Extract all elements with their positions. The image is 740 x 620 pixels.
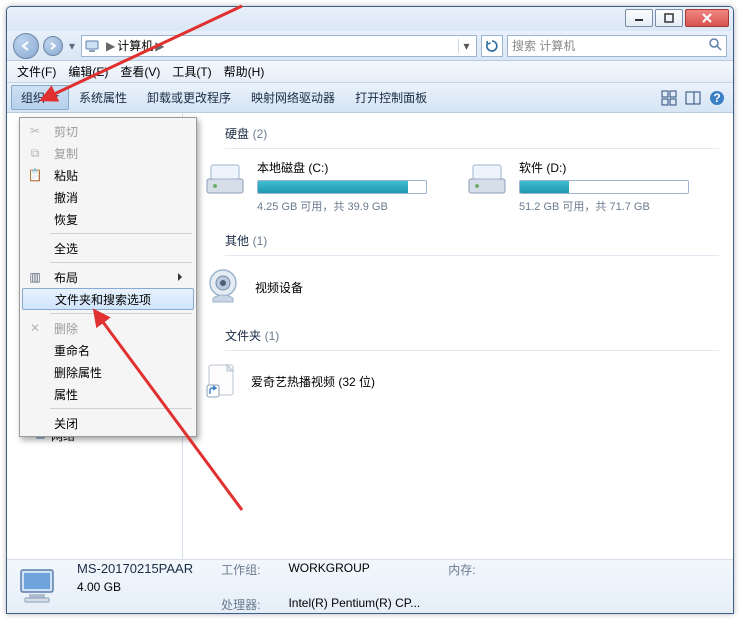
cpu-value: Intel(R) Pentium(R) CP... [288, 596, 420, 613]
nav-history-dropdown[interactable]: ▾ [67, 39, 77, 53]
computer-large-icon [17, 566, 63, 608]
explorer-window: ▾ ▶ 计算机 ▶ ▾ 搜索 计算机 文件(F) 编辑(E) 查看(V) 工具(… [6, 6, 734, 614]
minimize-button[interactable] [625, 9, 653, 27]
device-name: 视频设备 [255, 279, 303, 296]
menu-cut: ✂剪切 [22, 120, 194, 142]
nav-row: ▾ ▶ 计算机 ▶ ▾ 搜索 计算机 [7, 31, 733, 61]
system-properties-button[interactable]: 系统属性 [69, 85, 137, 110]
control-panel-button[interactable]: 打开控制面板 [345, 85, 437, 110]
status-text: MS-20170215PAAR 工作组: WORKGROUP 内存: 4.00 … [77, 561, 476, 613]
cpu-label: 处理器: [221, 596, 260, 613]
menu-file[interactable]: 文件(F) [11, 61, 62, 82]
content-pane: 硬盘 (2) 本地磁盘 (C:) 4.25 GB 可用，共 39.9 GB [183, 113, 733, 559]
section-drives: 硬盘 (2) 本地磁盘 (C:) 4.25 GB 可用，共 39.9 GB [197, 121, 719, 214]
menu-close[interactable]: 关闭 [22, 412, 194, 434]
section-label: 其他 [225, 234, 249, 248]
memory-label: 内存: [448, 561, 475, 578]
menu-remove-props[interactable]: 删除属性 [22, 361, 194, 383]
breadcrumb-sep: ▶ [153, 39, 166, 53]
section-other: 其他 (1) 视频设备 [197, 228, 719, 309]
menu-layout[interactable]: ▥布局 [22, 266, 194, 288]
toolbar: 组织 系统属性 卸载或更改程序 映射网络驱动器 打开控制面板 ? [7, 83, 733, 113]
menu-properties[interactable]: 属性 [22, 383, 194, 405]
breadcrumb-root[interactable]: 计算机 [117, 37, 153, 54]
computer-name: MS-20170215PAAR [77, 561, 193, 578]
section-label: 文件夹 [225, 329, 261, 343]
drive-usage-bar [257, 180, 427, 194]
map-drive-button[interactable]: 映射网络驱动器 [241, 85, 345, 110]
section-label: 硬盘 [225, 127, 249, 141]
back-button[interactable] [13, 33, 39, 59]
menu-copy: ⧉复制 [22, 142, 194, 164]
maximize-button[interactable] [655, 9, 683, 27]
section-count: (1) [253, 234, 268, 248]
menu-view[interactable]: 查看(V) [114, 61, 166, 82]
help-button[interactable]: ? [705, 86, 729, 110]
hdd-icon [465, 159, 509, 199]
search-input[interactable]: 搜索 计算机 [507, 35, 727, 57]
view-mode-button[interactable] [657, 86, 681, 110]
computer-icon [84, 38, 100, 54]
refresh-button[interactable] [481, 35, 503, 57]
menu-edit[interactable]: 编辑(E) [62, 61, 114, 82]
drive-stats: 4.25 GB 可用，共 39.9 GB [257, 198, 433, 214]
section-head-drives[interactable]: 硬盘 (2) [225, 121, 719, 149]
memory-value: 4.00 GB [77, 580, 193, 594]
workgroup-value: WORKGROUP [288, 561, 420, 578]
cut-icon: ✂ [26, 122, 44, 140]
device-video[interactable]: 视频设备 [203, 266, 719, 309]
section-count: (2) [253, 127, 268, 141]
menu-help[interactable]: 帮助(H) [218, 61, 271, 82]
webcam-icon [203, 266, 243, 309]
menu-paste[interactable]: 📋粘贴 [22, 164, 194, 186]
menu-folder-options[interactable]: 文件夹和搜索选项 [22, 288, 194, 310]
shortcut-icon [203, 361, 239, 402]
organize-button[interactable]: 组织 [11, 85, 69, 110]
organize-menu: ✂剪切 ⧉复制 📋粘贴 撤消 恢复 全选 ▥布局 文件夹和搜索选项 ✕删除 重命… [19, 117, 197, 437]
section-head-folders[interactable]: 文件夹 (1) [225, 323, 719, 351]
section-count: (1) [265, 329, 280, 343]
drive-usage-bar [519, 180, 689, 194]
drive-name: 本地磁盘 (C:) [257, 159, 433, 176]
uninstall-button[interactable]: 卸载或更改程序 [137, 85, 241, 110]
drive-d[interactable]: 软件 (D:) 51.2 GB 可用，共 71.7 GB [465, 159, 695, 214]
drive-c[interactable]: 本地磁盘 (C:) 4.25 GB 可用，共 39.9 GB [203, 159, 433, 214]
search-placeholder: 搜索 计算机 [512, 37, 575, 54]
titlebar [7, 7, 733, 31]
delete-icon: ✕ [26, 319, 44, 337]
menu-redo[interactable]: 恢复 [22, 208, 194, 230]
breadcrumb-sep: ▶ [104, 39, 117, 53]
close-button[interactable] [685, 9, 729, 27]
copy-icon: ⧉ [26, 144, 44, 162]
paste-icon: 📋 [26, 166, 44, 184]
drive-name: 软件 (D:) [519, 159, 695, 176]
menu-undo[interactable]: 撤消 [22, 186, 194, 208]
address-bar[interactable]: ▶ 计算机 ▶ ▾ [81, 35, 477, 57]
forward-button[interactable] [43, 36, 63, 56]
section-head-other[interactable]: 其他 (1) [225, 228, 719, 256]
hdd-icon [203, 159, 247, 199]
workgroup-label: 工作组: [221, 561, 260, 578]
menu-rename[interactable]: 重命名 [22, 339, 194, 361]
preview-pane-button[interactable] [681, 86, 705, 110]
folder-name: 爱奇艺热播视频 (32 位) [251, 373, 375, 390]
search-icon [708, 37, 722, 54]
statusbar: MS-20170215PAAR 工作组: WORKGROUP 内存: 4.00 … [7, 559, 733, 613]
section-folders: 文件夹 (1) 爱奇艺热播视频 (32 位) [197, 323, 719, 402]
drive-stats: 51.2 GB 可用，共 71.7 GB [519, 198, 695, 214]
layout-icon: ▥ [26, 268, 44, 286]
submenu-arrow-icon [178, 273, 186, 281]
menubar: 文件(F) 编辑(E) 查看(V) 工具(T) 帮助(H) [7, 61, 733, 83]
menu-tools[interactable]: 工具(T) [166, 61, 217, 82]
menu-select-all[interactable]: 全选 [22, 237, 194, 259]
address-dropdown[interactable]: ▾ [458, 39, 474, 53]
folder-item[interactable]: 爱奇艺热播视频 (32 位) [203, 361, 719, 402]
menu-delete: ✕删除 [22, 317, 194, 339]
svg-text:?: ? [713, 91, 720, 105]
